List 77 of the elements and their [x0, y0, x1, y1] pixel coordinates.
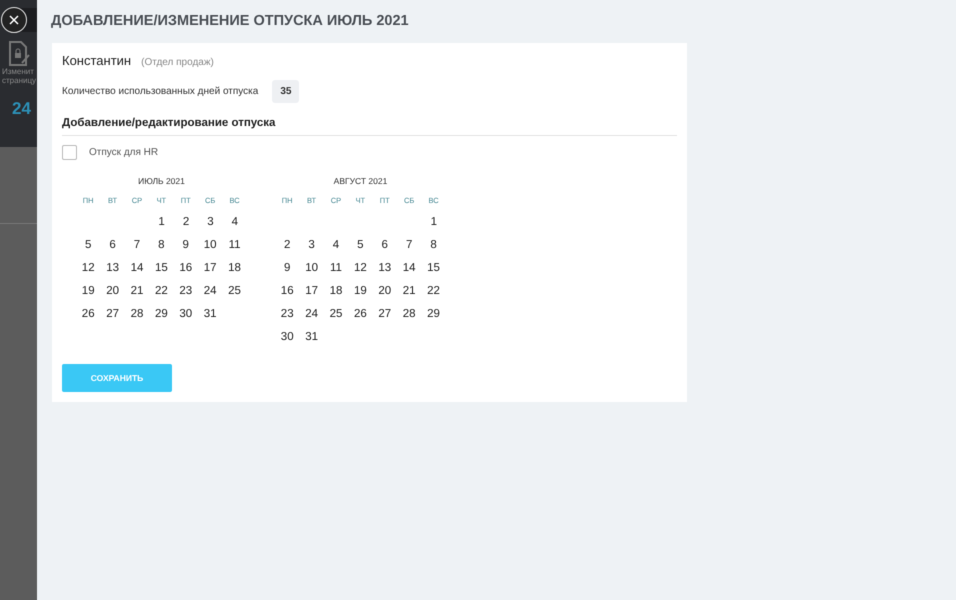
dialog-title: ДОБАВЛЕНИЕ/ИЗМЕНЕНИЕ ОТПУСКА ИЮЛЬ 2021 — [51, 13, 410, 29]
calendar-day[interactable]: 26 — [348, 308, 373, 320]
calendar-day[interactable]: 12 — [76, 262, 100, 274]
calendar-day[interactable]: 23 — [275, 308, 300, 320]
calendar-day[interactable]: 14 — [396, 262, 422, 274]
calendar-day[interactable]: 28 — [396, 308, 422, 320]
calendar-day[interactable]: 3 — [299, 238, 324, 250]
calendar-day[interactable]: 23 — [174, 284, 198, 296]
calendar-day[interactable]: 13 — [372, 262, 397, 274]
calendar-day[interactable]: 30 — [275, 330, 300, 342]
calendar-day[interactable]: 8 — [149, 238, 174, 250]
calendar-day[interactable]: 6 — [100, 238, 125, 250]
calendar-day[interactable]: 15 — [149, 262, 174, 274]
calendar-day[interactable]: 10 — [198, 238, 222, 250]
edit-page-label: страницу — [2, 76, 36, 85]
calendar-day[interactable]: 5 — [76, 238, 100, 250]
calendar-day[interactable]: 31 — [299, 330, 324, 342]
document-lock-icon[interactable] — [8, 41, 30, 67]
hr-checkbox[interactable] — [62, 145, 77, 160]
calendar-day[interactable]: 11 — [222, 238, 247, 250]
used-days-value: 35 — [272, 80, 300, 103]
calendar-day[interactable]: 21 — [396, 284, 422, 296]
month-title: ИЮЛЬ 2021 — [138, 176, 185, 186]
department-label: (Отдел продаж) — [141, 57, 214, 68]
calendar-day[interactable]: 8 — [421, 238, 446, 250]
calendar-day[interactable]: 20 — [100, 284, 125, 296]
calendar-day[interactable]: 15 — [421, 262, 446, 274]
calendar-day[interactable]: 13 — [100, 262, 125, 274]
calendar-day[interactable]: 1 — [422, 216, 446, 228]
edit-page-label: Изменит — [2, 67, 34, 76]
calendar-day[interactable]: 9 — [174, 238, 198, 250]
calendar-day[interactable]: 2 — [275, 238, 300, 250]
month-title: АВГУСТ 2021 — [334, 176, 388, 186]
calendar-day[interactable]: 17 — [198, 262, 222, 274]
calendar-day[interactable]: 9 — [275, 262, 300, 274]
calendar-day[interactable]: 24 — [198, 284, 222, 296]
calendar-day[interactable]: 29 — [421, 308, 446, 320]
calendar-day[interactable]: 16 — [275, 284, 300, 296]
close-icon — [9, 15, 19, 25]
calendar-day[interactable]: 11 — [324, 262, 348, 274]
calendar-day[interactable]: 24 — [299, 308, 324, 320]
calendar-day[interactable]: 18 — [324, 284, 348, 296]
calendar-day[interactable]: 19 — [76, 284, 100, 296]
calendar-day[interactable]: 27 — [100, 308, 125, 320]
calendar-day[interactable]: 4 — [324, 238, 348, 250]
calendar-day[interactable]: 1 — [149, 216, 174, 228]
calendar-day[interactable]: 22 — [149, 284, 174, 296]
calendar-day[interactable]: 17 — [299, 284, 324, 296]
calendar-day[interactable]: 5 — [348, 238, 373, 250]
used-days-label: Количество использованных дней отпуска — [62, 86, 258, 97]
employee-name: Константин — [62, 53, 132, 68]
calendar-day[interactable]: 30 — [174, 308, 198, 320]
calendar-day[interactable]: 26 — [76, 308, 100, 320]
calendar-day[interactable]: 4 — [222, 216, 247, 228]
calendar-day[interactable]: 18 — [222, 262, 247, 274]
calendar-day[interactable]: 19 — [348, 284, 373, 296]
hr-checkbox-label: Отпуск для HR — [89, 147, 158, 158]
calendar-day[interactable]: 7 — [396, 238, 422, 250]
calendar-day[interactable]: 29 — [149, 308, 174, 320]
calendar-day[interactable]: 21 — [124, 284, 150, 296]
calendar-day[interactable]: 20 — [372, 284, 397, 296]
calendar-day[interactable]: 14 — [124, 262, 150, 274]
section-title: Добавление/редактирование отпуска — [62, 117, 677, 136]
calendar-day[interactable]: 31 — [198, 308, 222, 320]
calendar-day[interactable]: 12 — [348, 262, 373, 274]
counter-value: 24 — [12, 99, 31, 119]
calendar-day[interactable]: 25 — [324, 308, 348, 320]
calendar-day[interactable]: 7 — [124, 238, 150, 250]
calendar-day[interactable]: 16 — [174, 262, 198, 274]
calendar-day[interactable]: 3 — [198, 216, 223, 228]
calendar-day[interactable]: 22 — [421, 284, 446, 296]
calendar-day[interactable]: 28 — [124, 308, 150, 320]
calendar-day[interactable]: 27 — [372, 308, 397, 320]
calendar-day[interactable]: 2 — [174, 216, 198, 228]
calendar-day[interactable]: 6 — [372, 238, 397, 250]
calendar-day[interactable]: 25 — [222, 284, 247, 296]
calendar-day[interactable]: 10 — [299, 262, 324, 274]
